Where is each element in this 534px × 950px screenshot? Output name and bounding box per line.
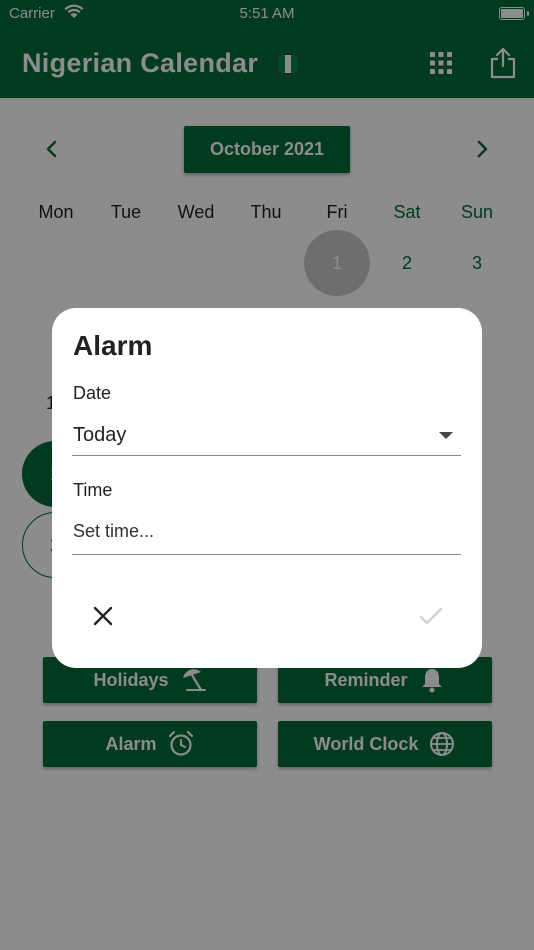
dropdown-arrow-icon[interactable]	[439, 432, 453, 439]
date-field-underline	[72, 455, 461, 456]
time-label: Time	[73, 480, 113, 500]
date-dropdown-value[interactable]: Today	[73, 424, 126, 447]
time-input[interactable]: Set time...	[73, 521, 154, 542]
check-icon[interactable]	[418, 604, 444, 628]
close-icon[interactable]	[91, 604, 115, 628]
date-label: Date	[73, 383, 112, 403]
dialog-title: Alarm	[73, 330, 153, 361]
alarm-dialog: Alarm Date Today Time Set time...	[52, 308, 482, 668]
time-field-underline	[72, 554, 461, 555]
